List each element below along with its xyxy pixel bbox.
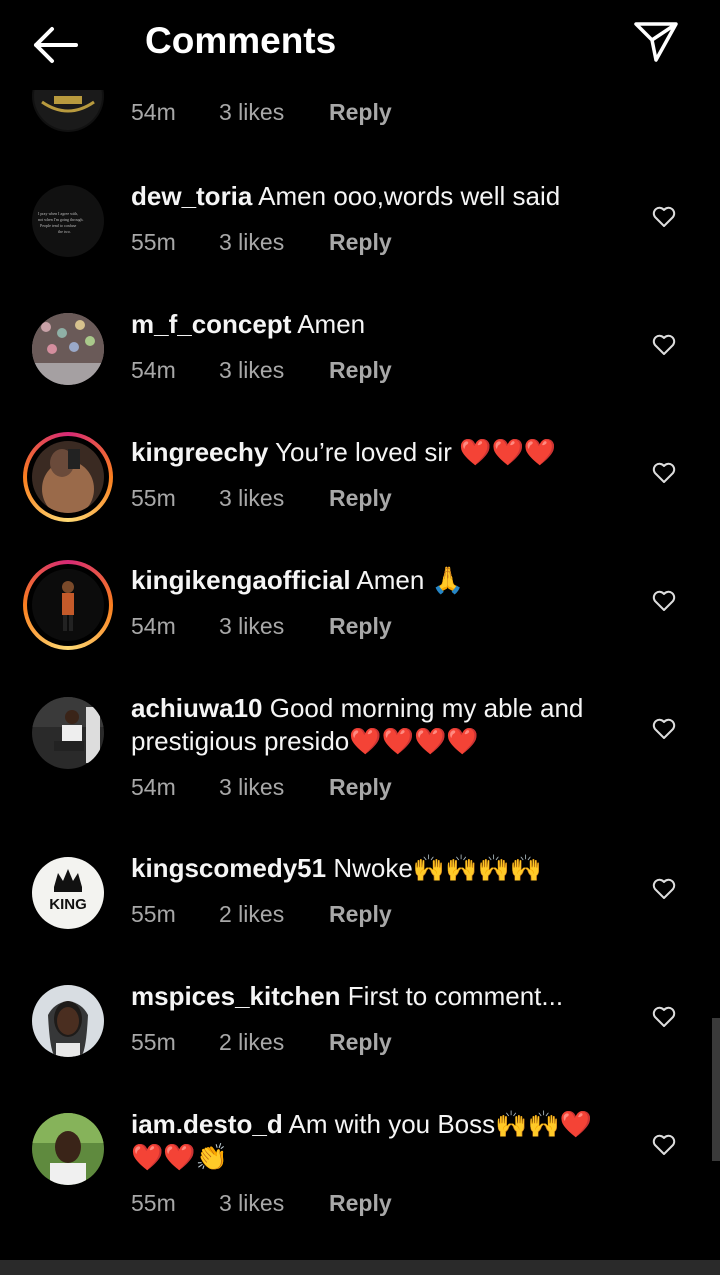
comment-meta: 54m 3 likes Reply [131, 774, 392, 801]
avatar[interactable] [32, 569, 104, 641]
comment-text: m_f_concept Amen [131, 308, 621, 341]
heart-icon[interactable] [652, 1134, 676, 1156]
story-ring[interactable] [23, 432, 113, 522]
bottom-bar [0, 1260, 720, 1275]
like-count[interactable]: 2 likes [219, 1029, 329, 1056]
comment-meta: 55m 3 likes Reply [131, 229, 392, 256]
avatar[interactable] [32, 313, 104, 385]
back-arrow-icon[interactable] [30, 22, 80, 68]
comment-body: Amen [297, 309, 366, 339]
scrollbar[interactable] [712, 1018, 720, 1161]
comment-time: 54m [131, 774, 176, 800]
comment-meta: 55m 2 likes Reply [131, 1029, 392, 1056]
like-count[interactable]: 3 likes [219, 485, 329, 512]
avatar[interactable]: KING [32, 857, 104, 929]
comment-text: dew_toria Amen ooo,words well said [131, 180, 621, 213]
comment-username[interactable]: achiuwa10 [131, 693, 263, 723]
reply-button[interactable]: Reply [329, 357, 392, 384]
heart-icon[interactable] [652, 206, 676, 228]
svg-text:the two.: the two. [58, 229, 71, 234]
heart-icon[interactable] [652, 878, 676, 900]
like-count[interactable]: 2 likes [219, 901, 329, 928]
comment-body: You’re loved sir ❤️❤️❤️ [275, 437, 557, 467]
reply-button[interactable]: Reply [329, 485, 392, 512]
page-title: Comments [145, 20, 337, 61]
comment-username[interactable]: iam.desto_d [131, 1109, 283, 1139]
comment-time: 55m [131, 229, 176, 255]
reply-button[interactable]: Reply [329, 229, 392, 256]
comment-username[interactable]: dew_toria [131, 181, 252, 211]
avatar[interactable] [32, 697, 104, 769]
comment-body: Amen ooo,words well said [258, 181, 561, 211]
like-count[interactable]: 3 likes [219, 229, 329, 256]
reply-button[interactable]: Reply [329, 99, 392, 126]
comment-text: iam.desto_d Am with you Boss🙌🙌❤️❤️❤️👏 [131, 1108, 621, 1174]
heart-icon[interactable] [652, 334, 676, 356]
comment-time: 55m [131, 901, 176, 927]
comment-username[interactable]: m_f_concept [131, 309, 291, 339]
comment-meta: 54m 3 likes Reply [131, 613, 392, 640]
comment-username[interactable]: kingscomedy51 [131, 853, 326, 883]
comment-meta: 54m 3 likes Reply [131, 357, 392, 384]
comment-time: 54m [131, 99, 176, 125]
comment-text: achiuwa10 Good morning my able and prest… [131, 692, 621, 758]
comment-time: 54m [131, 357, 176, 383]
comment-meta: 54m 3 likes Reply [131, 99, 392, 126]
comment-body: Nwoke🙌🙌🙌🙌 [333, 853, 543, 883]
comment-text: mspices_kitchen First to comment... [131, 980, 621, 1013]
svg-text:not when I'm going through.: not when I'm going through. [38, 217, 84, 222]
story-ring[interactable] [23, 560, 113, 650]
comment-meta: 55m 3 likes Reply [131, 1190, 392, 1217]
like-count[interactable]: 3 likes [219, 1190, 329, 1217]
comment-username[interactable]: kingikengaofficial [131, 565, 351, 595]
heart-icon[interactable] [652, 718, 676, 740]
comment-text: kingreechy You’re loved sir ❤️❤️❤️ [131, 436, 621, 469]
top-bar: Comments [0, 0, 720, 90]
heart-icon[interactable] [652, 1006, 676, 1028]
comment-username[interactable]: mspices_kitchen [131, 981, 341, 1011]
avatar-logo-text: KING [49, 896, 87, 913]
avatar[interactable]: I pray when I agree with, not when I'm go… [32, 185, 104, 257]
comment-username[interactable]: kingreechy [131, 437, 268, 467]
comments-list[interactable]: 54m 3 likes Reply I pray when I agree with… [0, 0, 720, 1260]
reply-button[interactable]: Reply [329, 774, 392, 801]
like-count[interactable]: 3 likes [219, 613, 329, 640]
reply-button[interactable]: Reply [329, 1190, 392, 1217]
like-count[interactable]: 3 likes [219, 357, 329, 384]
comment-text: kingikengaofficial Amen 🙏 [131, 564, 621, 597]
comment-body: First to comment... [347, 981, 564, 1011]
comment-time: 55m [131, 1190, 176, 1216]
reply-button[interactable]: Reply [329, 613, 392, 640]
like-count[interactable]: 3 likes [219, 774, 329, 801]
avatar[interactable] [32, 985, 104, 1057]
comment-meta: 55m 3 likes Reply [131, 485, 392, 512]
svg-text:People tend to confuse: People tend to confuse [40, 223, 77, 228]
heart-icon[interactable] [652, 590, 676, 612]
heart-icon[interactable] [652, 462, 676, 484]
reply-button[interactable]: Reply [329, 901, 392, 928]
avatar[interactable] [32, 441, 104, 513]
comment-time: 55m [131, 1029, 176, 1055]
comment-meta: 55m 2 likes Reply [131, 901, 392, 928]
avatar[interactable] [32, 1113, 104, 1185]
like-count[interactable]: 3 likes [219, 99, 329, 126]
comment-time: 54m [131, 613, 176, 639]
comment-time: 55m [131, 485, 176, 511]
comment-body: Amen 🙏 [356, 565, 464, 595]
paper-plane-icon[interactable] [632, 18, 680, 64]
reply-button[interactable]: Reply [329, 1029, 392, 1056]
comment-text: kingscomedy51 Nwoke🙌🙌🙌🙌 [131, 852, 621, 885]
